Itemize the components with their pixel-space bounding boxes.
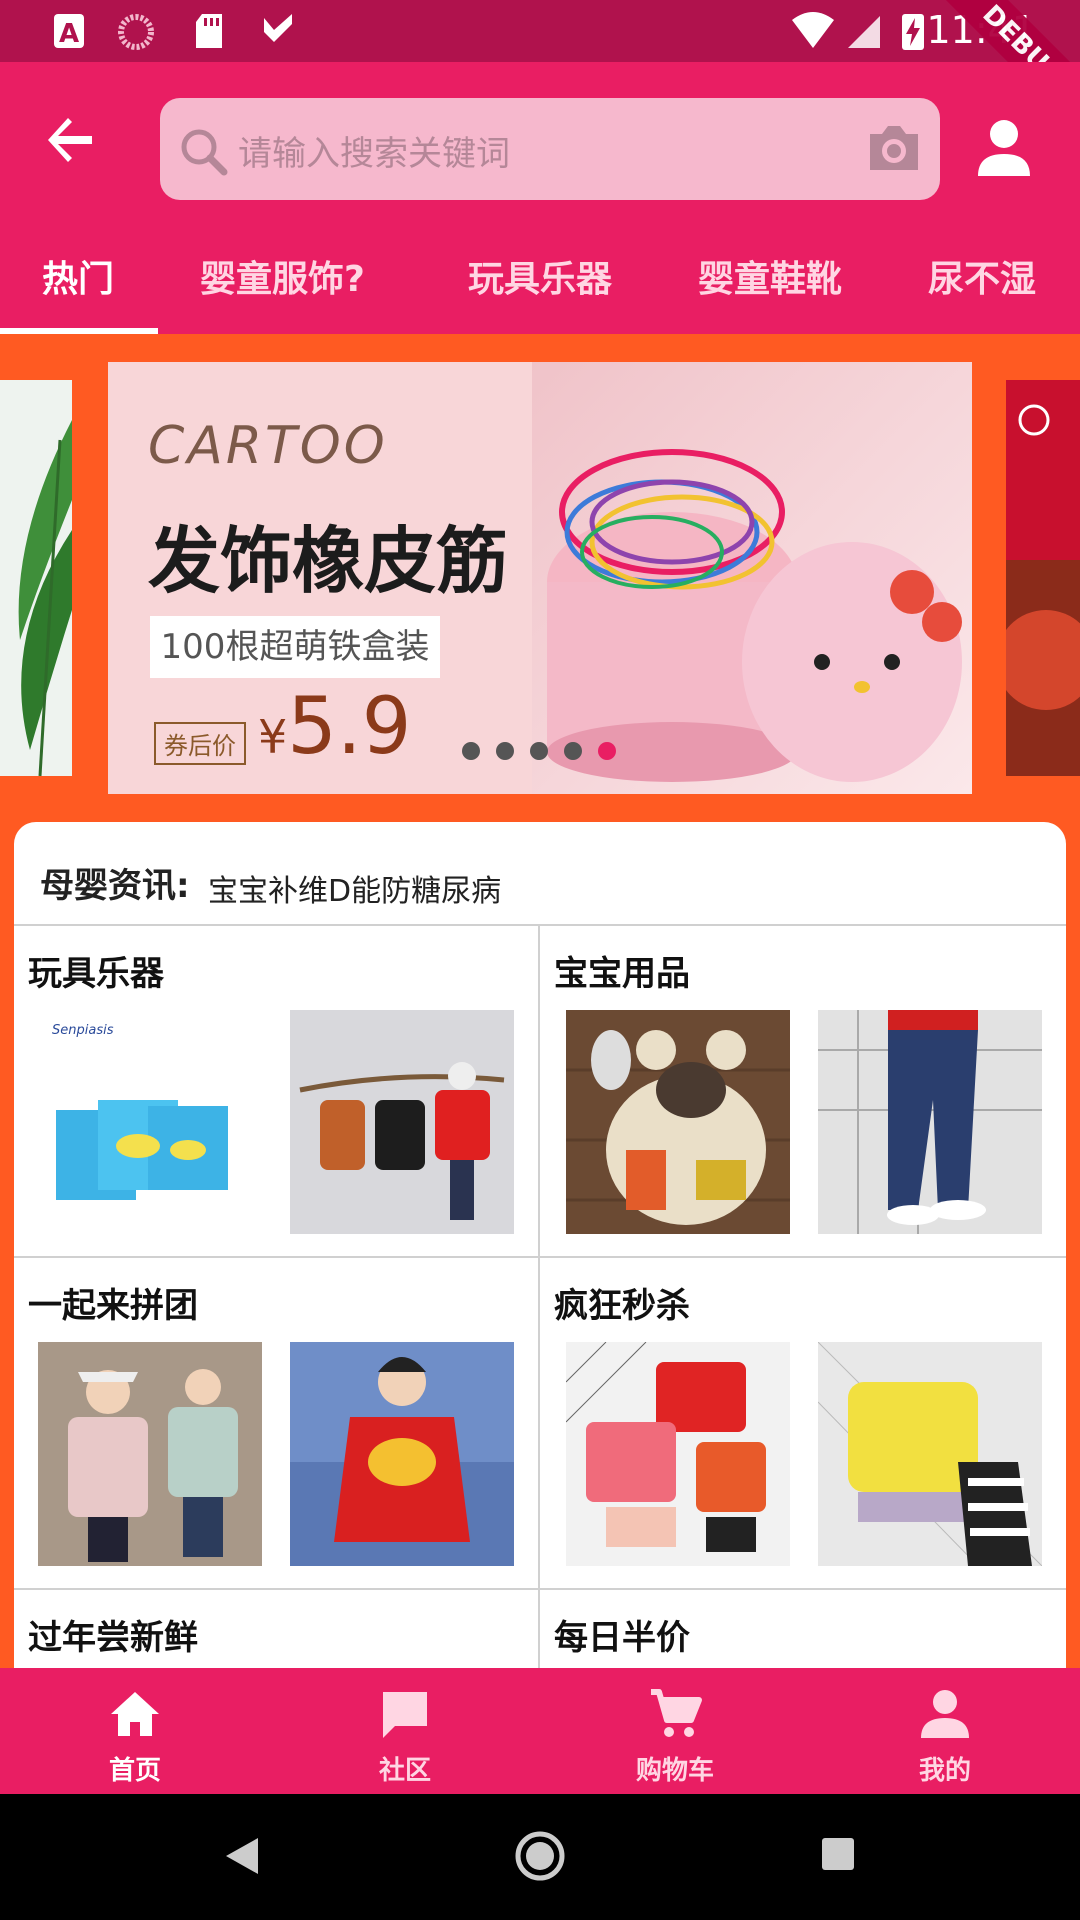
section-title: 玩具乐器 <box>28 954 164 994</box>
nav-mine[interactable]: 我的 <box>810 1668 1080 1794</box>
system-back-icon[interactable] <box>222 1834 262 1878</box>
section-title: 一起来拼团 <box>28 1286 198 1326</box>
divider <box>14 1588 1066 1590</box>
divider <box>14 924 1066 926</box>
news-ticker-text[interactable]: 宝宝补维D能防糖尿病 <box>208 866 501 910</box>
wifi-icon <box>792 12 834 48</box>
tab-kids-clothing[interactable]: 婴童服饰? <box>200 250 365 302</box>
nav-cart[interactable]: 购物车 <box>540 1668 810 1794</box>
banner-price: ¥5.9 <box>258 682 411 772</box>
banner-slide[interactable]: CARTOO 发饰橡皮筋 100根超萌铁盒装 券后价 ¥5.9 <box>108 362 972 794</box>
back-arrow-icon[interactable] <box>44 112 100 168</box>
search-icon <box>181 129 228 176</box>
product-image[interactable] <box>818 1342 1042 1566</box>
banner-dot[interactable] <box>530 742 548 760</box>
banner-price-label: 券后价 <box>154 722 246 765</box>
person-icon <box>921 1690 969 1738</box>
news-label: 母婴资讯: <box>40 866 190 906</box>
section-title-new-year[interactable]: 过年尝新鲜 <box>28 1610 198 1659</box>
cell-signal-icon <box>848 16 880 48</box>
task-done-icon <box>264 14 292 42</box>
banner-dot[interactable] <box>496 742 514 760</box>
search-input[interactable]: 请输入搜索关键词 <box>238 126 510 175</box>
banner-dot[interactable] <box>598 742 616 760</box>
svg-text:Senpiasis: Senpiasis <box>52 1023 114 1038</box>
product-image[interactable] <box>290 1010 514 1234</box>
chat-icon <box>383 1692 427 1738</box>
food-image <box>1006 380 1080 776</box>
system-home-icon[interactable] <box>514 1830 566 1882</box>
divider <box>538 926 540 1670</box>
system-navigation-bar <box>0 1794 1080 1920</box>
banner-tag: 100根超萌铁盒装 <box>150 616 440 678</box>
nav-cart-label: 购物车 <box>635 1756 714 1786</box>
news-ticker-prev: ​ <box>208 838 648 854</box>
product-photo <box>532 362 972 794</box>
battery-charging-icon <box>902 14 924 50</box>
product-image[interactable] <box>818 1010 1042 1234</box>
status-bar: A 11:41 DEBUG <box>0 0 1080 143</box>
system-recents-icon[interactable] <box>820 1836 856 1872</box>
section-title: 宝宝用品 <box>554 954 690 994</box>
banner-brand: CARTOO <box>148 416 388 476</box>
search-bar[interactable]: 请输入搜索关键词 <box>160 98 940 200</box>
banner-prev-slide[interactable] <box>0 380 72 776</box>
cart-icon <box>651 1689 702 1737</box>
section-title-half-price[interactable]: 每日半价 <box>554 1610 690 1659</box>
category-tabs: 热门 婴童服饰? 玩具乐器 婴童鞋靴 尿不湿 <box>0 222 1080 334</box>
banner-dot[interactable] <box>462 742 480 760</box>
divider <box>14 1256 1066 1258</box>
product-image[interactable] <box>566 1010 790 1234</box>
loading-icon <box>118 14 154 50</box>
sd-card-icon <box>196 14 222 48</box>
nav-community[interactable]: 社区 <box>270 1668 540 1794</box>
bottom-navigation: 首页 社区 购物车 我的 <box>0 1668 1080 1794</box>
svg-text:A: A <box>59 19 79 49</box>
section-title: 疯狂秒杀 <box>554 1286 690 1326</box>
banner-dot[interactable] <box>564 742 582 760</box>
tab-toys[interactable]: 玩具乐器 <box>468 250 612 302</box>
home-icon <box>111 1692 159 1736</box>
banner-currency: ¥ <box>258 710 288 764</box>
app-font-icon: A <box>54 14 84 49</box>
nav-home-label: 首页 <box>108 1756 161 1786</box>
profile-icon[interactable] <box>974 118 1034 180</box>
leaf-image <box>18 420 72 776</box>
product-image[interactable] <box>38 1342 262 1566</box>
tab-hot[interactable]: 热门 <box>42 250 114 302</box>
camera-icon[interactable] <box>864 122 924 174</box>
tab-diapers[interactable]: 尿不湿 <box>928 250 1036 302</box>
tab-kids-shoes[interactable]: 婴童鞋靴 <box>698 250 842 302</box>
nav-home[interactable]: 首页 <box>0 1668 270 1794</box>
product-image[interactable] <box>566 1342 790 1566</box>
banner-price-value: 5.9 <box>287 682 412 772</box>
banner-next-slide[interactable] <box>1006 380 1080 776</box>
nav-mine-label: 我的 <box>918 1756 971 1786</box>
product-image[interactable]: Senpiasis <box>38 1010 262 1234</box>
nav-community-label: 社区 <box>378 1756 431 1786</box>
banner-title: 发饰橡皮筋 <box>148 519 509 603</box>
product-image[interactable] <box>290 1342 514 1566</box>
